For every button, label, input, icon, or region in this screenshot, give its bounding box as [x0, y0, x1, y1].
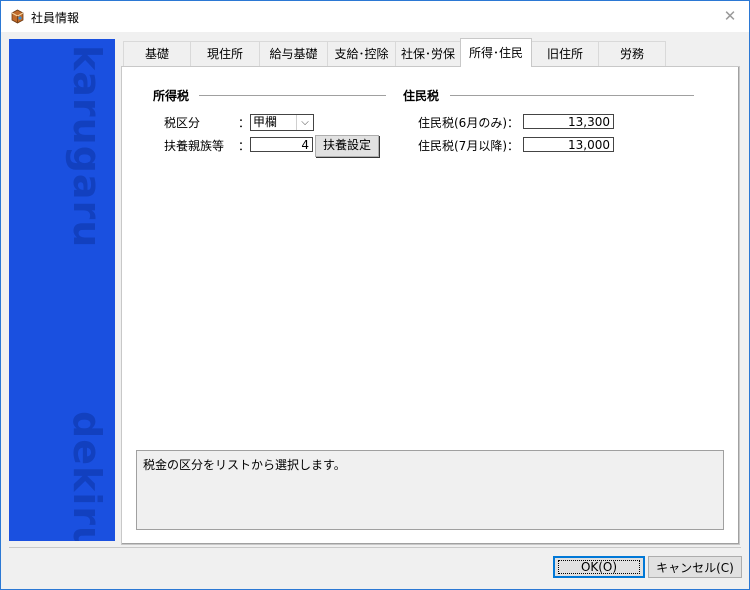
tab-panel: 所得税 税区分 ： 甲欄 ⌵ 扶養親族等 ： 4 扶養設定 住民税 住民税(6月…: [121, 66, 740, 545]
focus-rectangle: [558, 560, 640, 574]
income-tax-section-title: 所得税: [153, 89, 190, 103]
cancel-button[interactable]: キャンセル(C): [648, 556, 742, 578]
resident-tax-section-title: 住民税: [403, 89, 440, 103]
tab-payment-deduction[interactable]: 支給･控除: [327, 41, 396, 66]
resident-tax-july-field[interactable]: 13,000: [523, 137, 614, 152]
help-message-box: 税金の区分をリストから選択します。: [136, 450, 724, 530]
ok-button[interactable]: OK(O): [553, 556, 645, 578]
chevron-down-icon[interactable]: ⌵: [296, 115, 313, 130]
tab-salary-basis[interactable]: 給与基礎: [259, 41, 328, 66]
dependents-count-field[interactable]: 4: [250, 137, 313, 152]
sidebar-banner: karugaru dekiru: [9, 39, 115, 541]
close-icon[interactable]: ✕: [723, 9, 737, 24]
tab-previous-address[interactable]: 旧住所: [531, 41, 599, 66]
resident-tax-june-field[interactable]: 13,300: [523, 114, 614, 129]
help-message: 税金の区分をリストから選択します。: [143, 458, 346, 472]
resident-tax-june-label: 住民税(6月のみ)：: [418, 116, 519, 130]
app-icon: [11, 9, 24, 24]
title-bar: 社員情報 ✕: [1, 1, 749, 32]
tax-class-value: 甲欄: [253, 115, 278, 129]
sidebar-brand-bottom: dekiru: [65, 411, 109, 541]
resident-tax-divider: [450, 95, 694, 96]
sidebar-brand-top: karugaru: [65, 45, 109, 249]
footer-divider: [9, 547, 741, 548]
tax-class-select[interactable]: 甲欄 ⌵: [250, 114, 314, 131]
income-tax-divider: [199, 95, 386, 96]
tab-social-insurance[interactable]: 社保･労保: [395, 41, 461, 66]
dependents-label: 扶養親族等: [164, 139, 225, 153]
employee-info-window: 社員情報 ✕ karugaru dekiru 基礎 現住所 給与基礎 支給･控除…: [0, 0, 750, 590]
tab-basic[interactable]: 基礎: [123, 41, 191, 66]
resident-tax-july-label: 住民税(7月以降)：: [418, 139, 519, 153]
dependents-settings-button[interactable]: 扶養設定: [315, 135, 379, 157]
tax-class-colon: ：: [238, 116, 251, 130]
tab-income-resident-tax[interactable]: 所得･住民: [460, 38, 532, 67]
tab-labor[interactable]: 労務: [598, 41, 666, 66]
window-title: 社員情報: [31, 11, 80, 25]
tab-current-address[interactable]: 現住所: [190, 41, 260, 66]
dependents-colon: ：: [238, 139, 251, 153]
tax-class-label: 税区分: [164, 116, 201, 130]
